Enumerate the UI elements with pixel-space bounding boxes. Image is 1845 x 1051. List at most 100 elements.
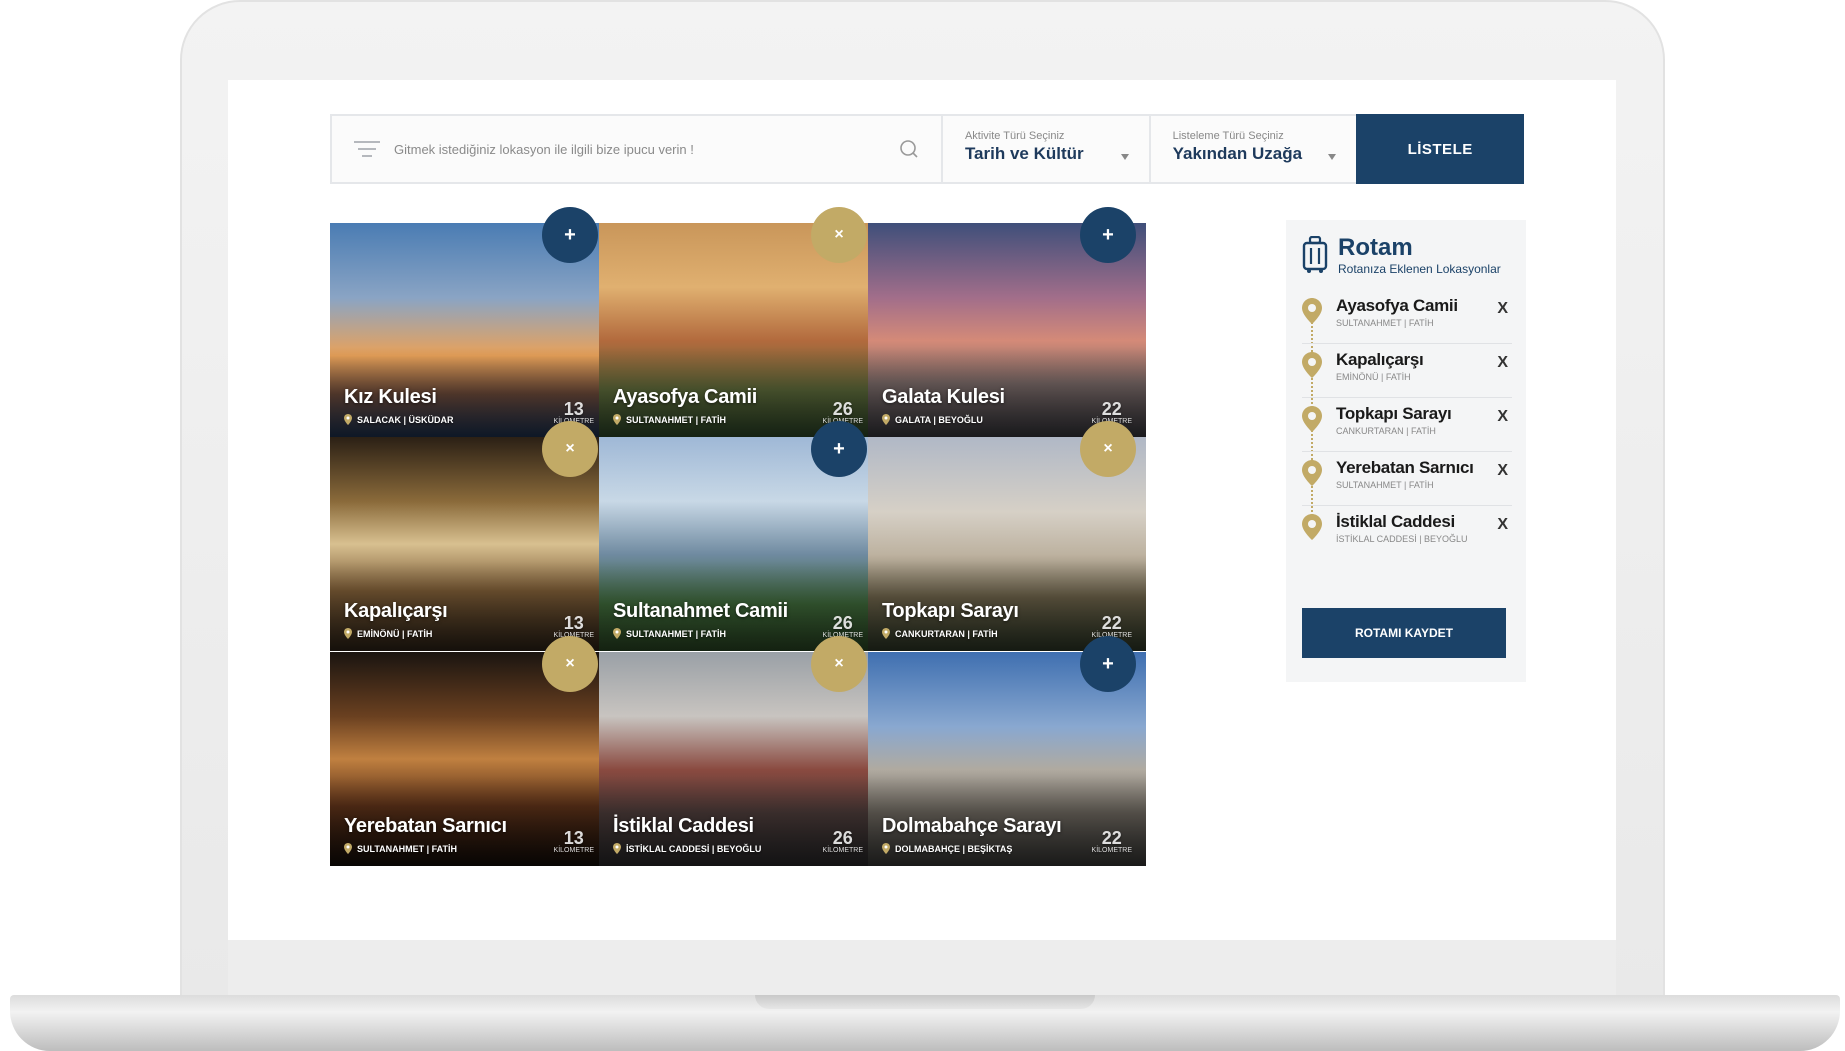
route-item: İstiklal Caddesi İSTİKLAL CADDESİ | BEYO…	[1302, 506, 1512, 560]
distance-value: 22	[1101, 828, 1122, 848]
location-subtitle: SULTANAHMET | FATİH	[613, 628, 726, 639]
route-item-place: EMİNÖNÜ | FATİH	[1336, 372, 1411, 382]
filter-icon[interactable]	[354, 139, 380, 159]
remove-route-item-button[interactable]: X	[1497, 300, 1508, 318]
route-list: Ayasofya Camii SULTANAHMET | FATİH X Kap…	[1302, 290, 1512, 560]
location-pin-icon	[344, 843, 352, 854]
sort-type-select[interactable]: Listeleme Türü Seçiniz Yakından Uzağa	[1151, 116, 1357, 182]
distance-badge: 13 KİLOMETRE	[554, 829, 594, 854]
location-title: Yerebatan Sarnıcı	[344, 815, 507, 837]
location-area: SULTANAHMET | FATİH	[626, 628, 727, 639]
route-item-place: İSTİKLAL CADDESİ | BEYOĞLU	[1336, 534, 1468, 544]
route-item-name: Kapalıçarşı	[1336, 350, 1424, 369]
distance-value: 13	[563, 613, 584, 633]
route-header: Rotam Rotanıza Eklenen Lokasyonlar	[1302, 236, 1501, 276]
distance-unit: KİLOMETRE	[1091, 847, 1132, 854]
location-pin-icon	[882, 414, 890, 425]
distance-unit: KİLOMETRE	[553, 847, 594, 854]
distance-badge: 26 KİLOMETRE	[823, 829, 863, 854]
route-item: Ayasofya Camii SULTANAHMET | FATİH X	[1302, 290, 1512, 344]
location-pin-icon	[1302, 298, 1322, 324]
search-input[interactable]	[394, 141, 899, 157]
save-route-button[interactable]: ROTAMI KAYDET	[1302, 608, 1506, 658]
location-subtitle: SULTANAHMET | FATİH	[613, 414, 726, 425]
route-item-name: Ayasofya Camii	[1336, 296, 1458, 315]
remove-route-item-button[interactable]: X	[1497, 354, 1508, 372]
location-title: Galata Kulesi	[882, 386, 1005, 408]
location-title: Sultanahmet Camii	[613, 600, 788, 622]
search-bar: Aktivite Türü Seçiniz Tarih ve Kültür Li…	[330, 114, 1524, 184]
location-area: DOLMABAHÇE | BEŞİKTAŞ	[895, 843, 1013, 854]
activity-type-caption: Aktivite Türü Seçiniz	[964, 130, 1065, 142]
location-pin-icon	[1302, 352, 1322, 378]
add-to-route-button[interactable]: +	[542, 207, 598, 263]
route-title: Rotam	[1338, 234, 1413, 261]
route-subtitle: Rotanıza Eklenen Lokasyonlar	[1338, 262, 1501, 276]
remove-route-item-button[interactable]: X	[1497, 516, 1508, 534]
location-pin-icon	[882, 843, 890, 854]
distance-badge: 22 KİLOMETRE	[1092, 614, 1132, 639]
location-pin-icon	[882, 628, 890, 639]
location-title: Kapalıçarşı	[344, 600, 448, 622]
location-pin-icon	[613, 843, 621, 854]
search-icon[interactable]	[899, 139, 919, 159]
sort-type-value: Yakından Uzağa	[1172, 144, 1303, 163]
location-subtitle: EMİNÖNÜ | FATİH	[344, 628, 432, 639]
location-pin-icon	[344, 414, 352, 425]
distance-value: 26	[832, 613, 853, 633]
location-title: İstiklal Caddesi	[613, 815, 754, 837]
location-title: Kız Kulesi	[344, 386, 437, 408]
location-pin-icon	[613, 628, 621, 639]
location-area: SULTANAHMET | FATİH	[357, 843, 458, 854]
add-to-route-button[interactable]: +	[811, 421, 867, 477]
route-item-place: SULTANAHMET | FATİH	[1336, 318, 1434, 328]
location-pin-icon	[1302, 514, 1322, 540]
remove-from-route-button[interactable]: ×	[811, 636, 867, 692]
location-area: SALACAK | ÜSKÜDAR	[357, 414, 454, 425]
chevron-down-icon	[1120, 154, 1129, 160]
route-item: Kapalıçarşı EMİNÖNÜ | FATİH X	[1302, 344, 1512, 398]
location-area: GALATA | BEYOĞLU	[895, 414, 983, 425]
location-pin-icon	[344, 628, 352, 639]
chevron-down-icon	[1328, 154, 1337, 160]
remove-route-item-button[interactable]: X	[1497, 462, 1508, 480]
search-field[interactable]	[332, 116, 943, 182]
location-title: Topkapı Sarayı	[882, 600, 1019, 622]
app-screen: Aktivite Türü Seçiniz Tarih ve Kültür Li…	[228, 80, 1616, 940]
distance-badge: 13 KİLOMETRE	[554, 614, 594, 639]
distance-value: 22	[1101, 399, 1122, 419]
remove-from-route-button[interactable]: ×	[542, 421, 598, 477]
distance-value: 22	[1101, 613, 1122, 633]
distance-badge: 26 KİLOMETRE	[823, 614, 863, 639]
add-to-route-button[interactable]: +	[1080, 207, 1136, 263]
location-title: Dolmabahçe Sarayı	[882, 815, 1062, 837]
location-subtitle: SALACAK | ÜSKÜDAR	[344, 414, 454, 425]
distance-badge: 22 KİLOMETRE	[1092, 829, 1132, 854]
location-area: SULTANAHMET | FATİH	[626, 414, 727, 425]
location-subtitle: SULTANAHMET | FATİH	[344, 843, 457, 854]
location-title: Ayasofya Camii	[613, 386, 758, 408]
location-subtitle: İSTİKLAL CADDESİ | BEYOĞLU	[613, 843, 761, 854]
remove-route-item-button[interactable]: X	[1497, 408, 1508, 426]
laptop-notch	[755, 995, 1095, 1009]
route-item-name: İstiklal Caddesi	[1336, 512, 1455, 531]
activity-type-value: Tarih ve Kültür	[964, 144, 1084, 163]
remove-from-route-button[interactable]: ×	[811, 207, 867, 263]
route-item-place: SULTANAHMET | FATİH	[1336, 480, 1434, 490]
remove-from-route-button[interactable]: ×	[542, 636, 598, 692]
luggage-icon	[1302, 236, 1328, 273]
list-button[interactable]: LİSTELE	[1356, 114, 1524, 184]
location-pin-icon	[1302, 460, 1322, 486]
location-subtitle: DOLMABAHÇE | BEŞİKTAŞ	[882, 843, 1012, 854]
add-to-route-button[interactable]: +	[1080, 636, 1136, 692]
route-item-place: CANKURTARAN | FATİH	[1336, 426, 1436, 436]
location-pin-icon	[1302, 406, 1322, 432]
location-subtitle: GALATA | BEYOĞLU	[882, 414, 983, 425]
distance-value: 26	[832, 828, 853, 848]
location-subtitle: CANKURTARAN | FATİH	[882, 628, 998, 639]
route-item: Yerebatan Sarnıcı SULTANAHMET | FATİH X	[1302, 452, 1512, 506]
route-item-name: Topkapı Sarayı	[1336, 404, 1452, 423]
remove-from-route-button[interactable]: ×	[1080, 421, 1136, 477]
activity-type-select[interactable]: Aktivite Türü Seçiniz Tarih ve Kültür	[943, 116, 1151, 182]
location-area: EMİNÖNÜ | FATİH	[357, 628, 433, 639]
